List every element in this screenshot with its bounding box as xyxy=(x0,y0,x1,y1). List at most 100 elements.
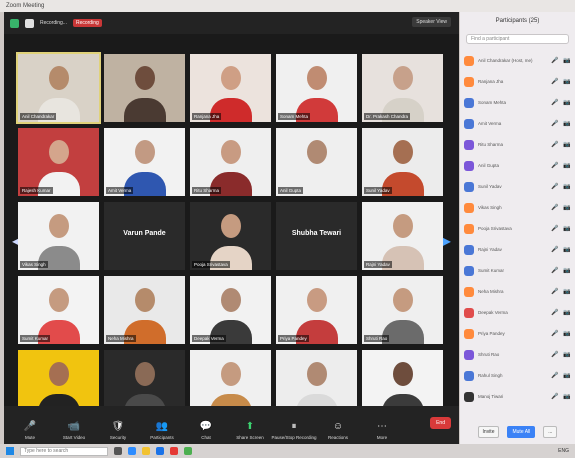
participant-video-tile[interactable]: Shruti Rao xyxy=(362,276,443,344)
invite-button[interactable]: Invite xyxy=(477,426,500,438)
participant-video-tile[interactable]: Shubha Tewari xyxy=(276,202,357,270)
participant-video-tile[interactable]: Anil Chandrakar xyxy=(16,52,101,124)
participant-list-item[interactable]: Anil Gupta 🎤 📷 xyxy=(464,155,571,176)
more-button[interactable]: ⋯ More xyxy=(364,421,400,440)
microphone-muted-icon: 🎤 xyxy=(551,268,559,274)
participant-avatar xyxy=(220,66,241,90)
taskbar-search-input[interactable]: Type here to search xyxy=(20,446,108,456)
speaker-view-button[interactable]: Speaker View xyxy=(412,17,451,27)
camera-off-icon: 📷 xyxy=(563,142,571,148)
participant-list-item[interactable]: Priya Pandey 🎤 📷 xyxy=(464,323,571,344)
participant-list-item[interactable]: Ranjana Jha 🎤 📷 xyxy=(464,71,571,92)
microphone-muted-icon: 🎤 xyxy=(551,184,559,190)
info-icon[interactable] xyxy=(25,18,34,28)
participant-list-name: Deepak Verma xyxy=(478,310,508,315)
whatsapp-icon[interactable] xyxy=(184,447,192,455)
camera-off-icon: 📷 xyxy=(563,58,571,64)
participant-video-tile[interactable]: Priya Pandey xyxy=(276,276,357,344)
participant-video-tile[interactable]: Dr. Prakash Chandra xyxy=(362,54,443,122)
recording-chip[interactable]: Recording xyxy=(72,19,102,27)
end-meeting-button[interactable]: End xyxy=(430,417,451,429)
camera-off-icon: 📷 xyxy=(563,394,571,400)
participant-name-label: Priya Pandey xyxy=(278,335,309,342)
file-explorer-icon[interactable] xyxy=(142,447,150,455)
participant-video-tile[interactable]: Pooja Srivastava xyxy=(190,202,271,270)
participant-video-tile[interactable]: Deepak Verma xyxy=(190,276,271,344)
participant-list-item[interactable]: Rajni Yadav 🎤 📷 xyxy=(464,239,571,260)
participant-list-item[interactable]: Ritu Sharma 🎤 📷 xyxy=(464,134,571,155)
camera-off-icon: 📷 xyxy=(563,247,571,253)
microphone-muted-icon: 🎤 xyxy=(551,163,559,169)
participant-list-name: Vikas Singh xyxy=(478,205,502,210)
participant-video-tile[interactable]: Rajesh Kumar xyxy=(18,128,99,196)
participant-avatar xyxy=(220,288,241,312)
participant-video-tile[interactable]: Ritu Sharma xyxy=(190,128,271,196)
participant-video-tile[interactable]: Ranjana Jha xyxy=(190,54,271,122)
gallery-grid: Anil Chandrakar Ranjana Jha Sonam Mehta Dr.… xyxy=(16,52,444,418)
participant-list-item[interactable]: Neha Mishra 🎤 📷 xyxy=(464,281,571,302)
chrome-icon[interactable] xyxy=(170,447,178,455)
participant-avatar xyxy=(48,362,69,386)
mute-all-button[interactable]: Mute All xyxy=(507,426,536,438)
pause-stop-recording-label: Pause/Stop Recording xyxy=(271,435,317,440)
participant-list-item[interactable]: Rahul Singh 🎤 📷 xyxy=(464,365,571,386)
windows-start-icon[interactable] xyxy=(6,447,14,455)
camera-off-icon: 📷 xyxy=(563,100,571,106)
participant-avatar xyxy=(220,362,241,386)
participant-video-tile[interactable]: Vikas Singh xyxy=(18,202,99,270)
mute-button[interactable]: 🎤 Mute xyxy=(12,421,48,440)
participants-actions: Invite Mute All ... xyxy=(470,426,565,438)
participant-list-item[interactable]: Amit Verma 🎤 📷 xyxy=(464,113,571,134)
participant-avatar xyxy=(48,288,69,312)
panel-more-button[interactable]: ... xyxy=(543,426,558,438)
participant-video-tile[interactable]: Amit Verma xyxy=(104,128,185,196)
participant-list-item[interactable]: Shruti Rao 🎤 📷 xyxy=(464,344,571,365)
share-screen-button[interactable]: ⬆ Share Screen xyxy=(232,421,268,440)
system-tray-text: ENG xyxy=(558,448,569,454)
microphone-muted-icon: 🎤 xyxy=(551,310,559,316)
camera-off-icon: 📷 xyxy=(563,331,571,337)
participant-list-item[interactable]: Sumit Kumar 🎤 📷 xyxy=(464,260,571,281)
participant-video-tile[interactable]: Rajni Yadav xyxy=(362,202,443,270)
pause-stop-recording-button[interactable]: ⏸ Pause/Stop Recording xyxy=(271,421,316,440)
participant-list-name: Rajni Yadav xyxy=(478,247,502,252)
edge-icon[interactable] xyxy=(128,447,136,455)
participant-list-item[interactable]: Sunil Yadav 🎤 📷 xyxy=(464,176,571,197)
avatar xyxy=(464,328,474,339)
participants-button[interactable]: 👥 Participants xyxy=(144,421,180,440)
task-view-icon[interactable] xyxy=(114,447,122,455)
participant-video-tile[interactable]: Sunil Yadav xyxy=(362,128,443,196)
microphone-muted-icon: 🎤 xyxy=(551,205,559,211)
smiley-icon: ☺ xyxy=(332,421,344,432)
participant-list-item[interactable]: Pooja Srivastava 🎤 📷 xyxy=(464,218,571,239)
security-shield-icon[interactable] xyxy=(10,18,19,28)
participant-video-tile[interactable]: Anil Gupta xyxy=(276,128,357,196)
zoom-app-icon[interactable] xyxy=(156,447,164,455)
participant-list-item[interactable]: Sonam Mehta 🎤 📷 xyxy=(464,92,571,113)
participant-list-item[interactable]: Deepak Verma 🎤 📷 xyxy=(464,302,571,323)
participants-search-input[interactable]: Find a participant xyxy=(466,34,569,44)
participant-list-item[interactable]: Vikas Singh 🎤 📷 xyxy=(464,197,571,218)
camera-off-icon: 📷 xyxy=(563,289,571,295)
shield-icon: 🛡 xyxy=(111,421,125,432)
participant-video-tile[interactable]: Sumit Kumar xyxy=(18,276,99,344)
security-button[interactable]: 🛡 Security xyxy=(100,421,136,440)
start-video-button[interactable]: 📹 Start Video xyxy=(56,421,92,440)
participant-name-label: Ranjana Jha xyxy=(192,113,222,120)
participant-avatar xyxy=(48,66,69,90)
participants-panel: Participants (25) Find a participant Ani… xyxy=(460,12,575,444)
reactions-button[interactable]: ☺ Reactions xyxy=(320,421,356,440)
participant-list-item[interactable]: Anil Chandrakar (Host, me) 🎤 📷 xyxy=(464,50,571,71)
participant-avatar xyxy=(134,288,155,312)
participant-video-tile[interactable]: Neha Mishra xyxy=(104,276,185,344)
participant-avatar xyxy=(134,362,155,386)
microphone-muted-icon: 🎤 xyxy=(551,331,559,337)
chat-bubble-icon: 💬 xyxy=(199,421,213,432)
participant-video-tile[interactable]: Sonam Mehta xyxy=(276,54,357,122)
chat-button[interactable]: 💬 Chat xyxy=(188,421,224,440)
participant-video-tile[interactable] xyxy=(104,54,185,122)
microphone-muted-icon: 🎤 xyxy=(551,394,559,400)
participant-video-tile[interactable]: Varun Pande xyxy=(104,202,185,270)
participant-list-name: Shruti Rao xyxy=(478,352,500,357)
participant-list-item[interactable]: Manoj Tiwari 🎤 📷 xyxy=(464,386,571,407)
